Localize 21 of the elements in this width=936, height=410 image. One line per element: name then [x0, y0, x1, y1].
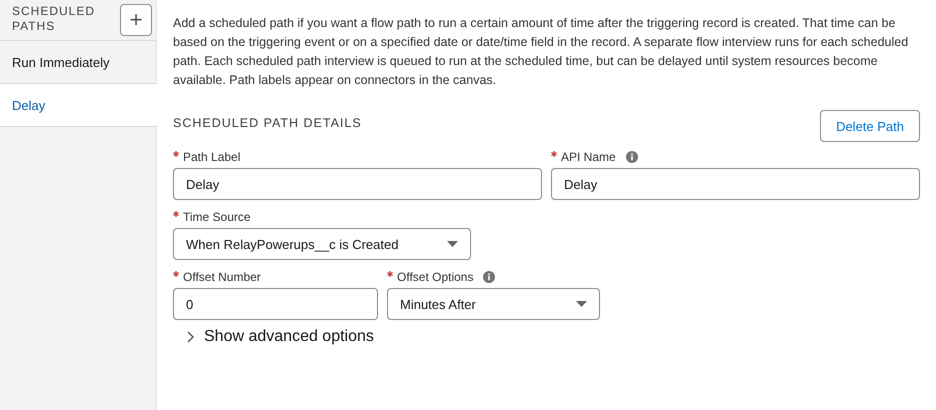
- description-text: Add a scheduled path if you want a flow path to run a certain amount of time after the triggering record is created. That time can be based on the triggering event or on a specified date or date/time field in the record. A separate flow interview runs for each scheduled path. Each scheduled path interview is queued to run at the scheduled time, but can be delayed until system resources become available. Path labels appear on connectors in the canvas.: [173, 15, 910, 89]
- dropdown[interactable]: Minutes After: [387, 288, 600, 320]
- info-icon[interactable]: [626, 151, 638, 163]
- field-label: Time Source: [183, 210, 251, 224]
- field-label: Offset Options: [397, 270, 474, 284]
- section-title: SCHEDULED PATH DETAILS: [173, 116, 362, 130]
- text-field[interactable]: Delay: [173, 168, 542, 200]
- text-field[interactable]: Delay: [551, 168, 920, 200]
- sidebar-item[interactable]: Delay: [0, 84, 157, 127]
- field-label: Path Label: [183, 150, 240, 164]
- delete-button[interactable]: Delete Path: [820, 110, 920, 142]
- caret-down-icon: [576, 301, 587, 307]
- sidebar-title: SCHEDULED PATHS: [12, 4, 96, 34]
- field-label: Offset Number: [183, 270, 261, 284]
- info-icon[interactable]: [483, 271, 496, 283]
- field-label: API Name: [561, 150, 616, 164]
- caret-down-icon: [447, 241, 458, 247]
- text-field[interactable]: 0: [173, 288, 378, 320]
- add-button[interactable]: +: [120, 4, 152, 36]
- dropdown[interactable]: When RelayPowerups__c is Created: [173, 228, 471, 260]
- advanced-options-toggle[interactable]: Show advanced options: [187, 328, 374, 346]
